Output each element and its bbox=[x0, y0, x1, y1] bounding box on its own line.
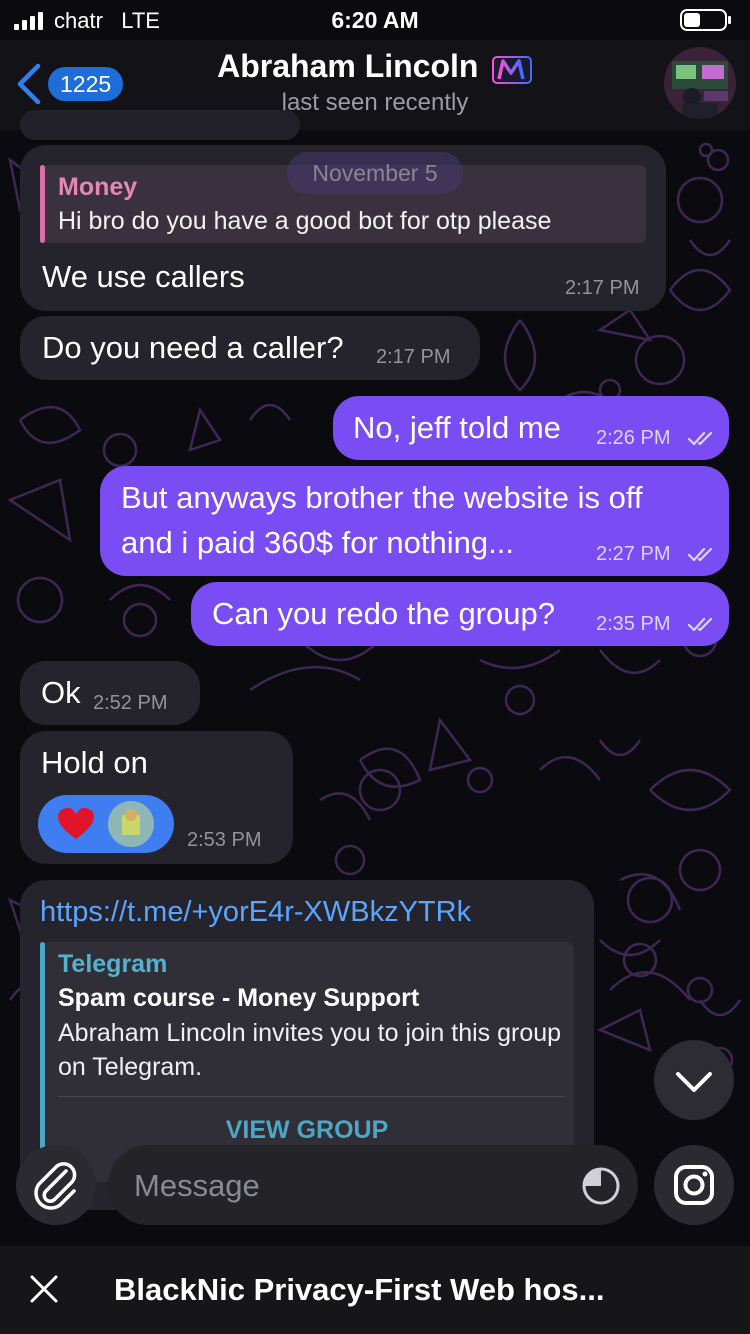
heart-icon bbox=[58, 808, 94, 839]
message-time: 2:53 PM bbox=[187, 829, 262, 851]
message-time: 2:35 PM bbox=[596, 613, 671, 635]
message-text: No, jeff told me bbox=[353, 410, 561, 445]
status-bar: chatr LTE 6:20 AM bbox=[0, 0, 750, 40]
chevron-down-icon bbox=[676, 1072, 712, 1092]
sponsored-text: BlackNic Privacy-First Web hos... bbox=[114, 1272, 605, 1307]
timer-icon[interactable] bbox=[580, 1165, 622, 1207]
message-input-box[interactable] bbox=[108, 1145, 638, 1225]
instagram-icon bbox=[674, 1165, 714, 1205]
message-text: Can you redo the group? bbox=[212, 596, 555, 631]
read-ticks-icon bbox=[687, 547, 713, 561]
message-time: 2:26 PM bbox=[596, 427, 671, 449]
sponsored-banner[interactable]: BlackNic Privacy-First Web hos... bbox=[0, 1246, 750, 1334]
preview-site-name: Telegram bbox=[58, 950, 168, 978]
avatar[interactable] bbox=[664, 47, 736, 119]
message-bubble-incoming[interactable]: Hold on 2:53 PM bbox=[20, 731, 293, 864]
reply-bar bbox=[40, 165, 45, 243]
chat-title[interactable]: Abraham Lincoln last seen recently bbox=[0, 48, 750, 117]
message-bubble-outgoing[interactable]: No, jeff told me 2:26 PM bbox=[333, 396, 729, 460]
read-ticks-icon bbox=[687, 617, 713, 631]
message-text: Ok bbox=[41, 675, 81, 710]
attach-button[interactable] bbox=[16, 1145, 96, 1225]
reaction-chip[interactable] bbox=[38, 795, 174, 853]
preview-description: Abraham Lincoln invites you to join this… bbox=[58, 1019, 562, 1081]
contact-name: Abraham Lincoln bbox=[217, 48, 479, 84]
message-bubble-incoming[interactable]: Ok 2:52 PM bbox=[20, 661, 200, 725]
message-partial-top bbox=[20, 110, 300, 140]
preview-title: Spam course - Money Support bbox=[58, 984, 420, 1012]
emoji-badge-icon bbox=[491, 55, 532, 84]
close-icon[interactable] bbox=[28, 1273, 60, 1305]
date-separator: November 5 bbox=[287, 152, 463, 194]
reactor-avatar bbox=[108, 801, 154, 847]
message-time: 2:52 PM bbox=[93, 692, 168, 714]
view-group-button[interactable]: VIEW GROUP bbox=[40, 1116, 574, 1145]
preview-divider bbox=[58, 1096, 564, 1097]
message-input[interactable] bbox=[132, 1165, 566, 1207]
read-ticks-icon bbox=[687, 431, 713, 445]
message-time: 2:17 PM bbox=[376, 346, 451, 368]
message-time: 2:27 PM bbox=[596, 543, 671, 565]
reply-text: Hi bro do you have a good bot for otp pl… bbox=[58, 207, 552, 235]
paperclip-icon bbox=[34, 1162, 77, 1210]
message-text: Do you need a caller? bbox=[42, 330, 344, 365]
message-text: We use callers bbox=[42, 259, 245, 294]
message-text-line-2: and i paid 360$ for nothing... bbox=[121, 525, 514, 560]
message-bubble-incoming[interactable]: Do you need a caller? 2:17 PM bbox=[20, 316, 480, 380]
sticker-button[interactable] bbox=[654, 1145, 734, 1225]
reply-author: Money bbox=[58, 173, 138, 201]
message-bubble-outgoing[interactable]: Can you redo the group? 2:35 PM bbox=[191, 582, 729, 646]
message-bubble-outgoing[interactable]: But anyways brother the website is off a… bbox=[100, 466, 729, 576]
message-link[interactable]: https://t.me/+yorE4r-XWBkzYTRk bbox=[40, 896, 471, 929]
message-text: Hold on bbox=[41, 745, 148, 780]
scroll-down-button[interactable] bbox=[654, 1040, 734, 1120]
message-text-line-1: But anyways brother the website is off bbox=[121, 480, 643, 515]
battery-icon bbox=[680, 9, 731, 31]
clock: 6:20 AM bbox=[331, 7, 419, 33]
message-time: 2:17 PM bbox=[565, 277, 640, 299]
